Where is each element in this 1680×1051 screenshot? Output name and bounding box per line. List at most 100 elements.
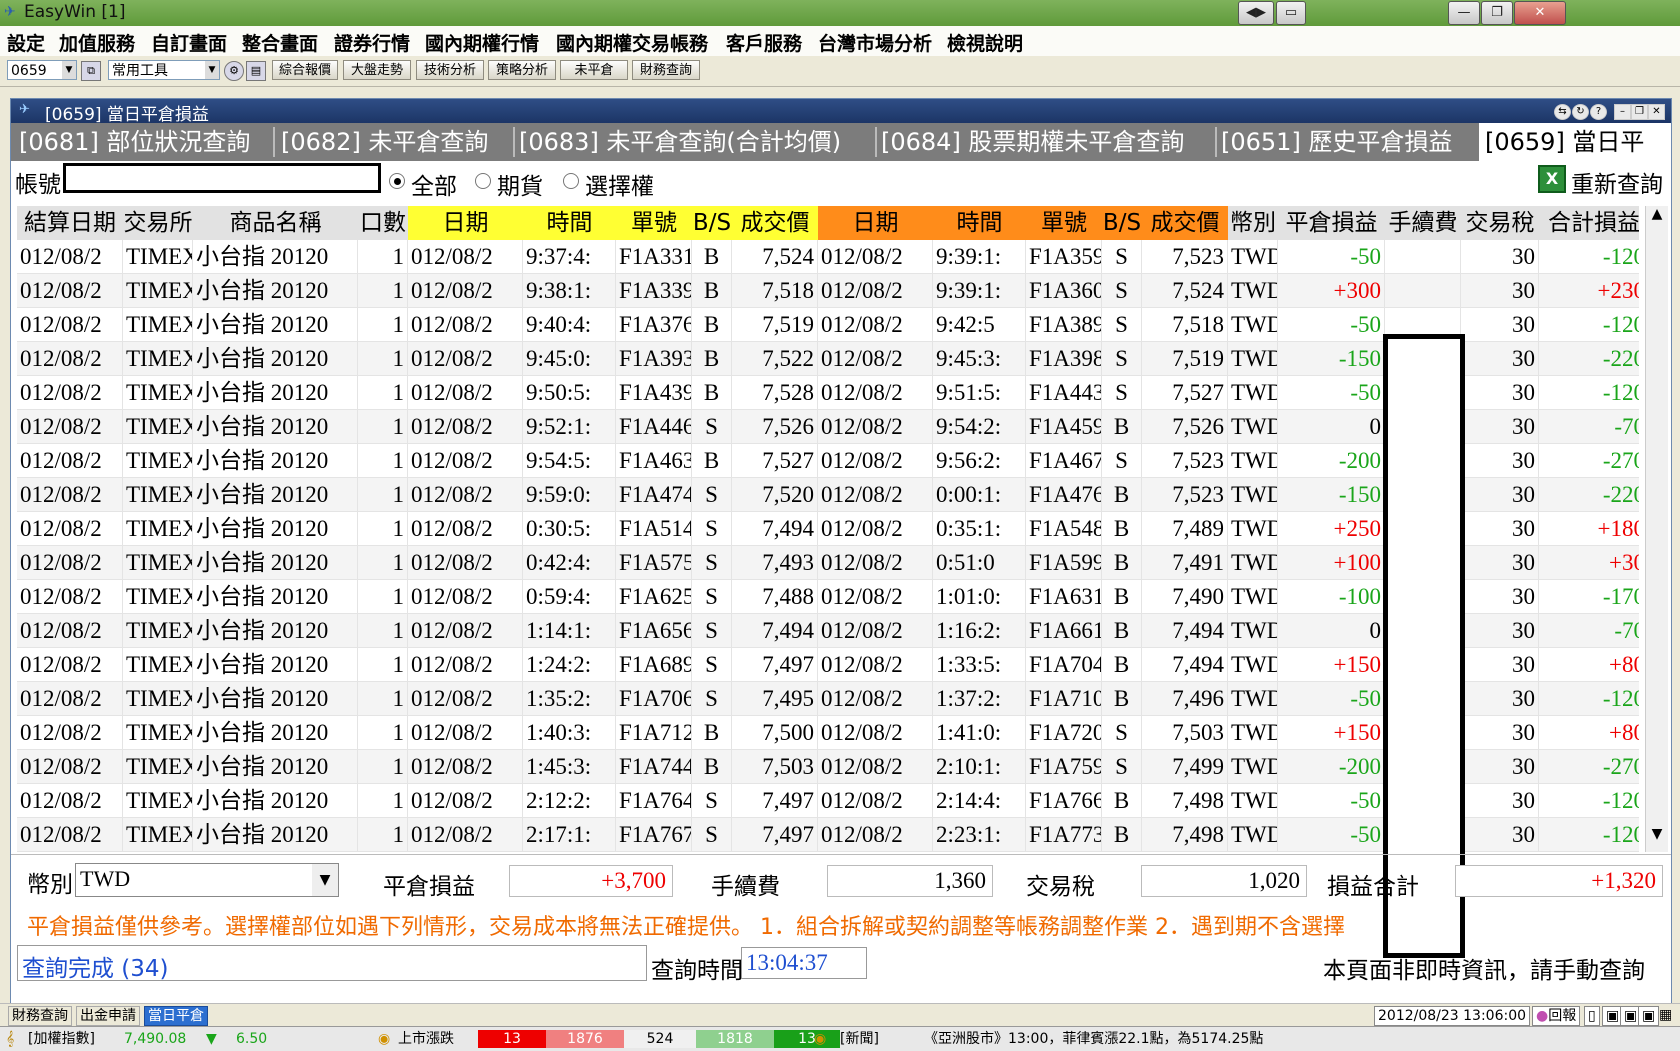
- menu-futures-accounts[interactable]: 國內期權交易帳務: [556, 29, 708, 56]
- scroll-down-icon[interactable]: ▼: [1646, 826, 1668, 850]
- restore-layout-icon[interactable]: ▭: [1276, 1, 1306, 25]
- cell-open-order-no: F1A439: [616, 376, 692, 410]
- cell-close-bs: S: [1102, 716, 1142, 750]
- tab-0659[interactable]: [0659] 當日平: [1479, 123, 1671, 161]
- news-headline[interactable]: 《亞洲股市》13:00，菲律賓漲22.1點，為5174.25點: [924, 1030, 1263, 1048]
- header-open-time[interactable]: 時間: [523, 206, 616, 240]
- menu-settings[interactable]: 設定: [7, 29, 45, 56]
- tab-0683[interactable]: [0683] 未平倉查詢(合計均價): [519, 123, 841, 161]
- cell-close-time: 9:39:1:: [933, 274, 1026, 308]
- cell-open-bs: B: [692, 750, 732, 784]
- task-withdraw-request[interactable]: 出金申請: [76, 1006, 140, 1026]
- header-currency[interactable]: 幣別: [1228, 206, 1278, 240]
- menu-customer-service[interactable]: 客戶服務: [726, 29, 802, 56]
- market-trend-button[interactable]: 大盤走勢: [343, 60, 411, 80]
- header-tax[interactable]: 交易稅: [1461, 206, 1539, 240]
- header-lots[interactable]: 口數: [358, 206, 408, 240]
- menu-securities-quotes[interactable]: 證券行情: [334, 29, 410, 56]
- header-close-pnl[interactable]: 平倉損益: [1278, 206, 1385, 240]
- link-icon[interactable]: ⇆: [1554, 104, 1571, 120]
- report-button[interactable]: ●回報: [1532, 1006, 1581, 1026]
- cell-close-time: 0:00:1:: [933, 478, 1026, 512]
- maximize-button[interactable]: ❐: [1481, 1, 1513, 25]
- header-open-bs[interactable]: B/S: [692, 206, 732, 240]
- help-icon[interactable]: ?: [1590, 104, 1607, 120]
- filter-all-label[interactable]: 全部: [411, 167, 457, 201]
- task-financial-query[interactable]: 財務查詢: [8, 1006, 72, 1026]
- account-input[interactable]: [63, 163, 381, 193]
- header-close-order-no[interactable]: 單號: [1026, 206, 1102, 240]
- cell-exchange: TIMEX: [123, 444, 193, 478]
- open-position-button[interactable]: 未平倉: [560, 60, 628, 80]
- header-close-bs[interactable]: B/S: [1102, 206, 1142, 240]
- inner-close-button[interactable]: ✕: [1648, 104, 1665, 120]
- scroll-up-icon[interactable]: ▲: [1646, 206, 1668, 230]
- cell-lots: 1: [358, 308, 408, 342]
- excel-export-icon[interactable]: X: [1538, 165, 1566, 193]
- inner-restore-button[interactable]: ❐: [1631, 104, 1648, 120]
- divider: [11, 854, 1671, 855]
- cell-close-bs: S: [1102, 444, 1142, 478]
- filter-futures-radio[interactable]: [475, 173, 491, 189]
- header-open-order-no[interactable]: 單號: [616, 206, 692, 240]
- header-exchange[interactable]: 交易所: [123, 206, 193, 240]
- cell-close-pnl: -50: [1278, 818, 1385, 852]
- tab-0681[interactable]: [0681] 部位狀況查詢: [19, 123, 250, 161]
- strategy-analysis-button[interactable]: 策略分析: [488, 60, 556, 80]
- menu-value-added[interactable]: 加值服務: [59, 29, 135, 56]
- grid-icon[interactable]: ▦: [1656, 1006, 1675, 1024]
- table-row[interactable]: 012/08/2 TIMEX 小台指 20120 1 012/08/2 9:38:1: F1…: [17, 274, 1639, 308]
- menu-help[interactable]: 檢視說明: [947, 29, 1023, 56]
- header-close-time[interactable]: 時間: [933, 206, 1026, 240]
- cell-product-name: 小台指 20120: [193, 580, 358, 614]
- minimize-button[interactable]: —: [1448, 1, 1480, 25]
- tools-select[interactable]: 常用工具 ▼: [108, 60, 220, 80]
- filter-options-radio[interactable]: [563, 173, 579, 189]
- close-button[interactable]: ✕: [1514, 1, 1566, 25]
- open-window-icon[interactable]: ⧉: [81, 61, 101, 81]
- header-close-price[interactable]: 成交價: [1142, 206, 1228, 240]
- financial-query-button[interactable]: 財務查詢: [632, 60, 700, 80]
- cell-tax: 30: [1461, 716, 1539, 750]
- menu-taiwan-market[interactable]: 台灣市場分析: [818, 29, 932, 56]
- technical-analysis-button[interactable]: 技術分析: [416, 60, 484, 80]
- gear-icon[interactable]: ⚙: [224, 61, 244, 81]
- cell-close-order-no: F1A773: [1026, 818, 1102, 852]
- task-daily-pnl[interactable]: 當日平倉: [144, 1006, 208, 1026]
- header-net-pnl[interactable]: 合計損益: [1539, 206, 1649, 240]
- tab-0651[interactable]: [0651] 歷史平倉損益: [1221, 123, 1452, 161]
- chevron-down-icon[interactable]: ▼: [312, 864, 338, 896]
- window-icon[interactable]: ▤: [246, 61, 266, 81]
- menu-integrated-screen[interactable]: 整合畫面: [242, 29, 318, 56]
- tab-0682[interactable]: [0682] 未平倉查詢: [281, 123, 488, 161]
- swap-icon[interactable]: ◀▶: [1238, 1, 1274, 25]
- tab-0684[interactable]: [0684] 股票期權未平倉查詢: [881, 123, 1184, 161]
- header-settle-date[interactable]: 結算日期: [17, 206, 123, 240]
- cell-close-price: 7,503: [1142, 716, 1228, 750]
- cell-exchange: TIMEX: [123, 546, 193, 580]
- refresh-button[interactable]: 重新查詢: [1571, 165, 1663, 199]
- cell-open-date: 012/08/2: [408, 614, 523, 648]
- header-product-name[interactable]: 商品名稱: [193, 206, 358, 240]
- function-code-select[interactable]: 0659 ▼: [7, 60, 77, 80]
- header-open-price[interactable]: 成交價: [732, 206, 818, 240]
- menu-custom-screen[interactable]: 自訂畫面: [151, 29, 227, 56]
- cell-lots: 1: [358, 614, 408, 648]
- currency-select[interactable]: TWD ▼: [75, 863, 339, 897]
- vertical-scrollbar[interactable]: ▲ ▼: [1645, 206, 1668, 852]
- menu-futures-quotes[interactable]: 國內期權行情: [425, 29, 539, 56]
- cell-currency: TWD: [1228, 784, 1278, 818]
- filter-futures-label[interactable]: 期貨: [497, 167, 543, 201]
- quote-button[interactable]: 綜合報價: [272, 60, 338, 80]
- inner-minimize-button[interactable]: –: [1614, 104, 1631, 120]
- table-row[interactable]: 012/08/2 TIMEX 小台指 20120 1 012/08/2 9:37:4: F1…: [17, 240, 1639, 274]
- cell-net-pnl: -220: [1539, 342, 1639, 376]
- filter-all-radio[interactable]: [389, 173, 405, 189]
- filter-options-label[interactable]: 選擇權: [585, 167, 654, 201]
- header-fee[interactable]: 手續費: [1385, 206, 1461, 240]
- sync-icon[interactable]: ↻: [1572, 104, 1589, 120]
- layout-1-icon[interactable]: ▯: [1584, 1006, 1600, 1026]
- header-close-date[interactable]: 日期: [818, 206, 933, 240]
- header-open-date[interactable]: 日期: [408, 206, 523, 240]
- cell-close-order-no: F1A661: [1026, 614, 1102, 648]
